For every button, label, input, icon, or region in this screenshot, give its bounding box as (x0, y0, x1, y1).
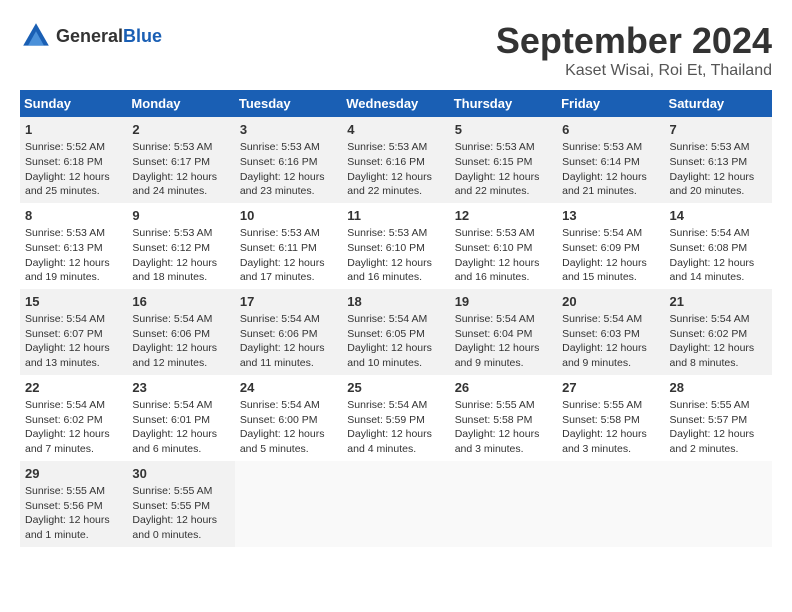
day-10: 10Sunrise: 5:53 AMSunset: 6:11 PMDayligh… (235, 203, 342, 289)
day-14: 14Sunrise: 5:54 AMSunset: 6:08 PMDayligh… (665, 203, 772, 289)
day-26: 26Sunrise: 5:55 AMSunset: 5:58 PMDayligh… (450, 375, 557, 461)
header-friday: Friday (557, 90, 664, 117)
day-30: 30Sunrise: 5:55 AMSunset: 5:55 PMDayligh… (127, 461, 234, 547)
empty-cell (235, 461, 342, 547)
header-wednesday: Wednesday (342, 90, 449, 117)
day-22: 22Sunrise: 5:54 AMSunset: 6:02 PMDayligh… (20, 375, 127, 461)
week-row-4: 22Sunrise: 5:54 AMSunset: 6:02 PMDayligh… (20, 375, 772, 461)
empty-cell (342, 461, 449, 547)
header-monday: Monday (127, 90, 234, 117)
week-row-1: 1Sunrise: 5:52 AMSunset: 6:18 PMDaylight… (20, 117, 772, 203)
week-row-3: 15Sunrise: 5:54 AMSunset: 6:07 PMDayligh… (20, 289, 772, 375)
day-6: 6Sunrise: 5:53 AMSunset: 6:14 PMDaylight… (557, 117, 664, 203)
calendar-header-row: Sunday Monday Tuesday Wednesday Thursday… (20, 90, 772, 117)
title-area: September 2024 Kaset Wisai, Roi Et, Thai… (496, 20, 772, 80)
logo-text-general: GeneralBlue (56, 26, 162, 47)
header-thursday: Thursday (450, 90, 557, 117)
empty-cell (557, 461, 664, 547)
day-9: 9Sunrise: 5:53 AMSunset: 6:12 PMDaylight… (127, 203, 234, 289)
page-header: GeneralBlue September 2024 Kaset Wisai, … (20, 20, 772, 80)
day-5: 5Sunrise: 5:53 AMSunset: 6:15 PMDaylight… (450, 117, 557, 203)
day-13: 13Sunrise: 5:54 AMSunset: 6:09 PMDayligh… (557, 203, 664, 289)
day-20: 20Sunrise: 5:54 AMSunset: 6:03 PMDayligh… (557, 289, 664, 375)
location-title: Kaset Wisai, Roi Et, Thailand (496, 62, 772, 80)
day-21: 21Sunrise: 5:54 AMSunset: 6:02 PMDayligh… (665, 289, 772, 375)
header-saturday: Saturday (665, 90, 772, 117)
day-1: 1Sunrise: 5:52 AMSunset: 6:18 PMDaylight… (20, 117, 127, 203)
day-25: 25Sunrise: 5:54 AMSunset: 5:59 PMDayligh… (342, 375, 449, 461)
calendar-table: Sunday Monday Tuesday Wednesday Thursday… (20, 90, 772, 547)
logo-icon (20, 20, 52, 52)
day-11: 11Sunrise: 5:53 AMSunset: 6:10 PMDayligh… (342, 203, 449, 289)
day-16: 16Sunrise: 5:54 AMSunset: 6:06 PMDayligh… (127, 289, 234, 375)
day-19: 19Sunrise: 5:54 AMSunset: 6:04 PMDayligh… (450, 289, 557, 375)
day-2: 2Sunrise: 5:53 AMSunset: 6:17 PMDaylight… (127, 117, 234, 203)
day-3: 3Sunrise: 5:53 AMSunset: 6:16 PMDaylight… (235, 117, 342, 203)
day-23: 23Sunrise: 5:54 AMSunset: 6:01 PMDayligh… (127, 375, 234, 461)
day-18: 18Sunrise: 5:54 AMSunset: 6:05 PMDayligh… (342, 289, 449, 375)
day-7: 7Sunrise: 5:53 AMSunset: 6:13 PMDaylight… (665, 117, 772, 203)
empty-cell (665, 461, 772, 547)
week-row-5: 29Sunrise: 5:55 AMSunset: 5:56 PMDayligh… (20, 461, 772, 547)
logo: GeneralBlue (20, 20, 162, 52)
day-4: 4Sunrise: 5:53 AMSunset: 6:16 PMDaylight… (342, 117, 449, 203)
day-15: 15Sunrise: 5:54 AMSunset: 6:07 PMDayligh… (20, 289, 127, 375)
month-title: September 2024 (496, 20, 772, 62)
empty-cell (450, 461, 557, 547)
day-12: 12Sunrise: 5:53 AMSunset: 6:10 PMDayligh… (450, 203, 557, 289)
day-8: 8Sunrise: 5:53 AMSunset: 6:13 PMDaylight… (20, 203, 127, 289)
week-row-2: 8Sunrise: 5:53 AMSunset: 6:13 PMDaylight… (20, 203, 772, 289)
header-tuesday: Tuesday (235, 90, 342, 117)
day-24: 24Sunrise: 5:54 AMSunset: 6:00 PMDayligh… (235, 375, 342, 461)
day-27: 27Sunrise: 5:55 AMSunset: 5:58 PMDayligh… (557, 375, 664, 461)
day-28: 28Sunrise: 5:55 AMSunset: 5:57 PMDayligh… (665, 375, 772, 461)
day-17: 17Sunrise: 5:54 AMSunset: 6:06 PMDayligh… (235, 289, 342, 375)
day-29: 29Sunrise: 5:55 AMSunset: 5:56 PMDayligh… (20, 461, 127, 547)
header-sunday: Sunday (20, 90, 127, 117)
